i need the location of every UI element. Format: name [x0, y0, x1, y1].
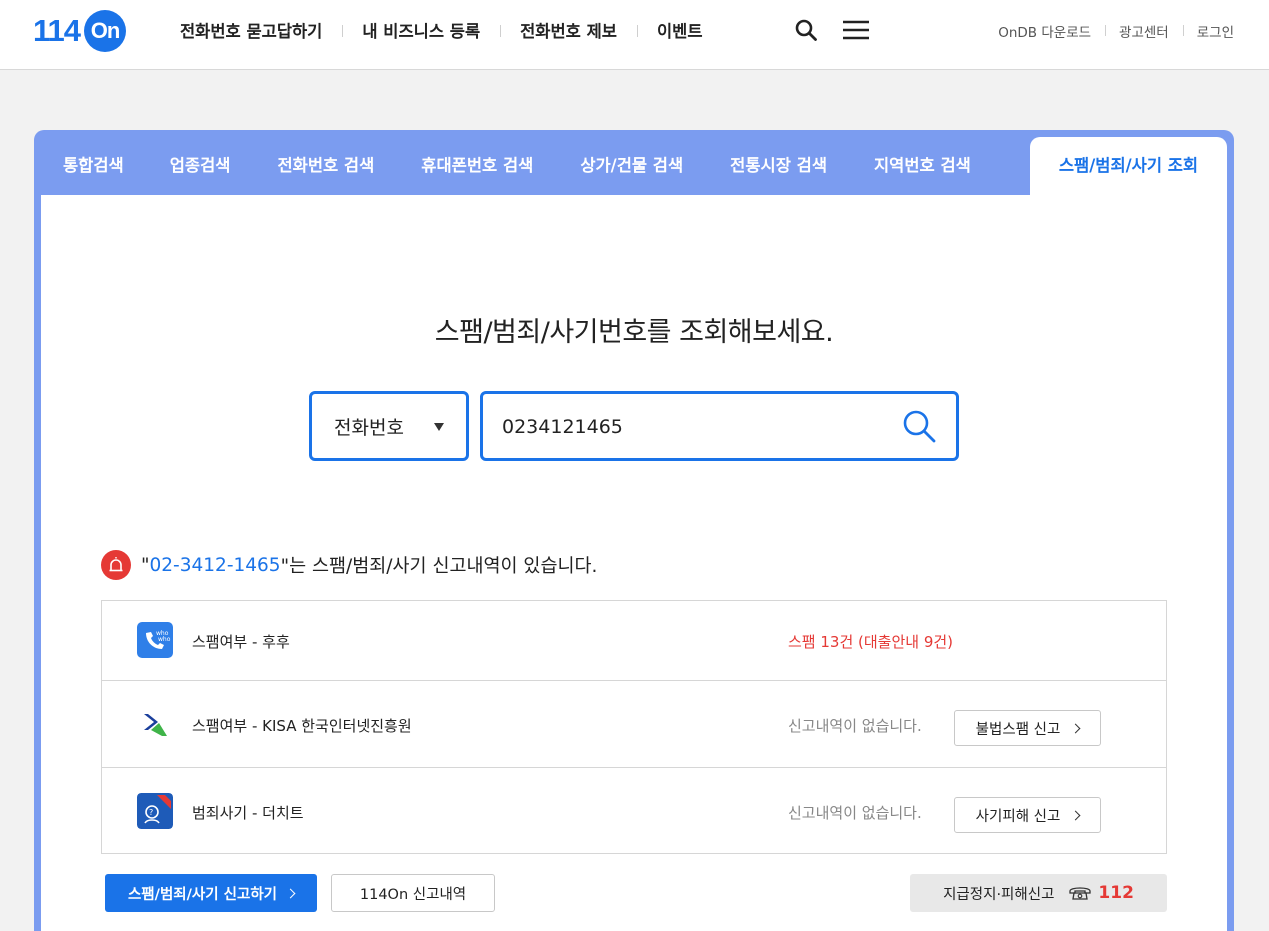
result-source-label: 범죄사기 - 더치트 [192, 804, 304, 822]
button-label: 불법스팸 신고 [975, 721, 1061, 738]
logo-number: 114 [33, 13, 81, 48]
emergency-number-wrap: 112 [1068, 883, 1134, 903]
result-row-kisa: 스팸여부 - KISA 한국인터넷진흥원 신고내역이 없습니다. 불법스팸 신고 [102, 680, 1166, 767]
svg-text:who: who [158, 636, 171, 643]
utility-links: OnDB 다운로드 광고센터 로그인 [984, 21, 1234, 41]
search-type-value: 전화번호 [334, 416, 404, 439]
whowho-app-icon: who who [137, 622, 173, 658]
ad-center-link[interactable]: 광고센터 [1105, 21, 1183, 41]
report-history-button[interactable]: 114On 신고내역 [331, 874, 495, 912]
emergency-label: 지급정지·피해신고 [943, 886, 1055, 903]
chevron-right-icon [1070, 810, 1081, 820]
hamburger-menu-icon[interactable] [842, 18, 870, 42]
nav-phone-report[interactable]: 전화번호 제보 [500, 18, 637, 42]
search-panel: 통합검색 업종검색 전화번호 검색 휴대폰번호 검색 상가/건물 검색 전통시장… [34, 130, 1234, 931]
result-source-label: 스팸여부 - 후후 [192, 633, 290, 651]
logo-on-badge: On [84, 10, 127, 52]
nav-event[interactable]: 이벤트 [636, 18, 723, 42]
nav-qna[interactable]: 전화번호 묻고답하기 [160, 18, 342, 42]
result-row-thecheat: ? 범죄사기 - 더치트 신고내역이 없습니다. 사기피해 신고 [102, 767, 1166, 853]
nav-business-register[interactable]: 내 비즈니스 등록 [342, 18, 500, 42]
site-logo[interactable]: 114 On [33, 10, 127, 52]
button-label: 사기피해 신고 [975, 808, 1061, 825]
result-row-whowho: who who 스팸여부 - 후후 스팸 13건 (대출안내 9건) [102, 601, 1166, 680]
tab-industry-search[interactable]: 업종검색 [170, 137, 231, 195]
result-status: 신고내역이 없습니다. [788, 804, 922, 822]
kisa-logo-icon [144, 714, 167, 736]
login-link[interactable]: 로그인 [1182, 21, 1234, 41]
result-alert: " 02-3412-1465 "는 스팸/범죄/사기 신고내역이 있습니다. [101, 550, 597, 580]
phone-search-input[interactable] [502, 412, 882, 442]
alert-message: "는 스팸/범죄/사기 신고내역이 있습니다. [280, 556, 598, 577]
top-header: 114 On 전화번호 묻고답하기 내 비즈니스 등록 전화번호 제보 이벤트 … [0, 0, 1269, 70]
page-title: 스팸/범죄/사기번호를 조회해보세요. [434, 317, 834, 348]
tab-content: 스팸/범죄/사기번호를 조회해보세요. 전화번호 "02-3412-1465"는… [41, 195, 1227, 931]
thecheat-app-icon: ? [137, 793, 173, 829]
chevron-right-icon [285, 888, 296, 898]
telephone-icon [1069, 887, 1092, 900]
search-field-wrapper [480, 391, 959, 461]
tab-integrated-search[interactable]: 통합검색 [63, 137, 124, 195]
ondb-download-link[interactable]: OnDB 다운로드 [984, 21, 1105, 41]
siren-icon [101, 550, 131, 580]
report-illegal-spam-button[interactable]: 불법스팸 신고 [954, 710, 1101, 746]
tab-market-search[interactable]: 전통시장 검색 [730, 137, 827, 195]
search-type-select[interactable]: 전화번호 [309, 391, 469, 461]
search-submit-icon[interactable] [901, 408, 937, 444]
report-fraud-damage-button[interactable]: 사기피해 신고 [954, 797, 1101, 833]
tab-area-code-search[interactable]: 지역번호 검색 [874, 137, 971, 195]
tab-mobile-search[interactable]: 휴대폰번호 검색 [421, 137, 533, 195]
chevron-right-icon [1070, 723, 1081, 733]
button-label: 스팸/범죄/사기 신고하기 [127, 886, 278, 903]
result-table: who who 스팸여부 - 후후 스팸 13건 (대출안내 9건) 스팸여부 … [101, 600, 1167, 854]
main-nav: 전화번호 묻고답하기 내 비즈니스 등록 전화번호 제보 이벤트 [160, 17, 723, 43]
report-spam-fraud-button[interactable]: 스팸/범죄/사기 신고하기 [105, 874, 317, 912]
bottom-actions: 스팸/범죄/사기 신고하기 114On 신고내역 지급정지·피해신고 112 [105, 874, 1167, 914]
svg-text:?: ? [149, 808, 153, 817]
search-icon[interactable] [794, 18, 818, 42]
button-label: 114On 신고내역 [359, 886, 467, 903]
tab-spam-fraud-lookup[interactable]: 스팸/범죄/사기 조회 [1030, 137, 1227, 195]
result-source-label: 스팸여부 - KISA 한국인터넷진흥원 [192, 717, 412, 735]
emergency-number: 112 [1098, 883, 1134, 903]
dropdown-arrow-icon [434, 423, 444, 431]
emergency-report-box[interactable]: 지급정지·피해신고 112 [910, 874, 1167, 912]
reported-number: 02-3412-1465 [149, 554, 281, 576]
result-status: 신고내역이 없습니다. [788, 717, 922, 735]
search-tabs: 통합검색 업종검색 전화번호 검색 휴대폰번호 검색 상가/건물 검색 전통시장… [41, 137, 1227, 195]
tab-building-search[interactable]: 상가/건물 검색 [580, 137, 683, 195]
alert-quote-open: " [141, 554, 150, 576]
result-status: 스팸 13건 (대출안내 9건) [788, 633, 954, 651]
tab-phone-search[interactable]: 전화번호 검색 [277, 137, 374, 195]
